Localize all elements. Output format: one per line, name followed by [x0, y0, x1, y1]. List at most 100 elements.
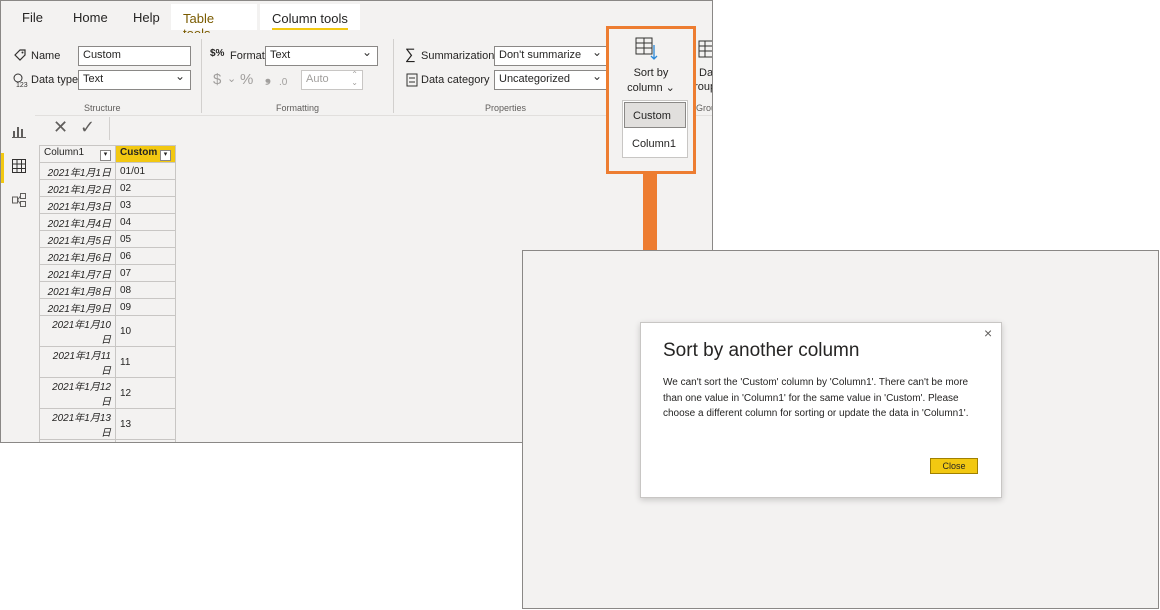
filter-dropdown-icon[interactable]: ▾: [160, 150, 171, 161]
dialog-message: We can't sort the 'Custom' column by 'Co…: [663, 377, 969, 419]
cell-column1[interactable]: 2021年1月1日: [39, 162, 116, 180]
svg-text:.0: .0: [279, 77, 288, 88]
close-button[interactable]: Close: [930, 458, 978, 474]
format-value: Text: [270, 49, 291, 61]
filter-dropdown-icon[interactable]: ▾: [100, 150, 111, 161]
tab-file[interactable]: File: [22, 10, 43, 25]
table-row: 2021年1月14日14: [39, 439, 176, 442]
table-row: 2021年1月1日 01/01: [39, 162, 176, 180]
cell-column1[interactable]: 2021年1月9日: [39, 298, 116, 316]
table-row: 2021年1月9日 09: [39, 298, 176, 316]
cell-column1[interactable]: 2021年1月8日: [39, 281, 116, 299]
cell-custom[interactable]: 08: [115, 281, 176, 299]
data-type-icon: 123: [13, 73, 28, 88]
cell-column1[interactable]: 2021年1月2日: [39, 179, 116, 197]
formatting-group-label: Formatting: [276, 103, 320, 113]
cell-column1[interactable]: 2021年1月5日: [39, 230, 116, 248]
summarization-value: Don't summarize: [499, 49, 582, 61]
table-row: 2021年1月3日 03: [39, 196, 176, 214]
cell-custom[interactable]: 01/01: [115, 162, 176, 180]
view-switcher: [1, 115, 35, 442]
table-row: 2021年1月13日 13: [39, 408, 176, 440]
cell-custom[interactable]: 03: [115, 196, 176, 214]
data-groups-label-line1[interactable]: Dat: [699, 67, 712, 79]
cell-column1[interactable]: 2021年1月3日: [39, 196, 116, 214]
active-tab-underline: [272, 28, 348, 30]
column1-header-label: Column1: [44, 147, 85, 158]
ribbon-separator: [393, 39, 394, 113]
column-header-column1[interactable]: Column1 ▾: [39, 145, 116, 163]
table-row: 2021年1月11日 11: [39, 346, 176, 378]
column-header-custom[interactable]: Custom ▾: [115, 145, 176, 163]
cell-custom[interactable]: 05: [115, 230, 176, 248]
table-row: 2021年1月7日 07: [39, 264, 176, 282]
close-icon[interactable]: ×: [984, 325, 992, 341]
data-groups-icon: [698, 40, 712, 58]
cell-custom[interactable]: 07: [115, 264, 176, 282]
table-row: 2021年1月12日 12: [39, 377, 176, 409]
table-row: 2021年1月10日 10: [39, 315, 176, 347]
sigma-icon: ∑: [405, 46, 416, 63]
decimal-places-input[interactable]: Auto ⌃ ⌄: [301, 70, 363, 90]
cell-custom[interactable]: 12: [115, 377, 176, 409]
table-row: 2021年1月6日 06: [39, 247, 176, 265]
tab-column-tools[interactable]: Column tools: [260, 4, 360, 30]
cell-custom[interactable]: 13: [115, 408, 176, 440]
name-input[interactable]: Custom: [78, 46, 191, 66]
ribbon-separator: [201, 39, 202, 113]
stepper-icon: ⌃ ⌄: [351, 70, 358, 87]
tag-icon: [14, 49, 26, 61]
summarization-select[interactable]: Don't summarize: [494, 45, 607, 66]
table-row: 2021年1月2日 02: [39, 179, 176, 197]
cell-custom[interactable]: 02: [115, 179, 176, 197]
model-view-icon[interactable]: [12, 193, 26, 207]
cell-custom[interactable]: 06: [115, 247, 176, 265]
decimal-icon[interactable]: .0: [279, 74, 295, 88]
tab-help[interactable]: Help: [133, 10, 160, 25]
tab-home[interactable]: Home: [73, 10, 108, 25]
cell-column1[interactable]: 2021年1月10日: [39, 315, 116, 347]
tab-column-tools-label: Column tools: [272, 11, 348, 26]
properties-group-label: Properties: [485, 103, 527, 113]
report-view-icon[interactable]: [12, 124, 26, 138]
commit-formula-icon[interactable]: ✓: [80, 117, 95, 138]
table-row: 2021年1月4日 04: [39, 213, 176, 231]
cell-custom[interactable]: 10: [115, 315, 176, 347]
tab-table-tools[interactable]: Table tools: [171, 4, 257, 41]
cell-custom[interactable]: 04: [115, 213, 176, 231]
cancel-formula-icon[interactable]: ✕: [53, 117, 68, 138]
table-row: 2021年1月8日 08: [39, 281, 176, 299]
structure-group-label: Structure: [84, 103, 121, 113]
cell-column1[interactable]: 2021年1月7日: [39, 264, 116, 282]
highlight-box: [606, 26, 696, 174]
data-type-label: Data type: [31, 74, 79, 86]
name-label: Name: [31, 50, 61, 62]
data-type-value: Text: [83, 73, 104, 85]
cell-custom[interactable]: 09: [115, 298, 176, 316]
format-icon: $%: [210, 48, 225, 59]
table-row: 2021年1月5日 05: [39, 230, 176, 248]
data-category-label: Data category: [421, 74, 490, 86]
data-category-value: Uncategorized: [499, 73, 570, 85]
data-view-icon[interactable]: [12, 159, 26, 173]
format-label: Format: [230, 50, 265, 62]
data-type-select[interactable]: Text: [78, 69, 191, 90]
cell-column1[interactable]: 2021年1月12日: [39, 377, 116, 409]
cell-column1[interactable]: 2021年1月13日: [39, 408, 116, 440]
cell-column1[interactable]: 2021年1月14日: [39, 439, 116, 442]
sort-error-dialog: × Sort by another column We can't sort t…: [640, 322, 1002, 498]
format-select[interactable]: Text: [265, 45, 378, 66]
cell-column1[interactable]: 2021年1月4日: [39, 213, 116, 231]
percent-button[interactable]: %: [240, 71, 253, 88]
cell-custom[interactable]: 11: [115, 346, 176, 378]
currency-button[interactable]: $: [213, 71, 221, 88]
groups-group-label: Grou: [696, 103, 712, 113]
cell-column1[interactable]: 2021年1月11日: [39, 346, 116, 378]
currency-dropdown-icon[interactable]: ⌄: [227, 72, 236, 85]
svg-text:123: 123: [16, 82, 28, 88]
cell-column1[interactable]: 2021年1月6日: [39, 247, 116, 265]
active-view-indicator: [1, 153, 4, 183]
data-category-select[interactable]: Uncategorized: [494, 69, 607, 90]
comma-button[interactable]: ❟: [265, 69, 271, 86]
cell-custom[interactable]: 14: [115, 439, 176, 442]
